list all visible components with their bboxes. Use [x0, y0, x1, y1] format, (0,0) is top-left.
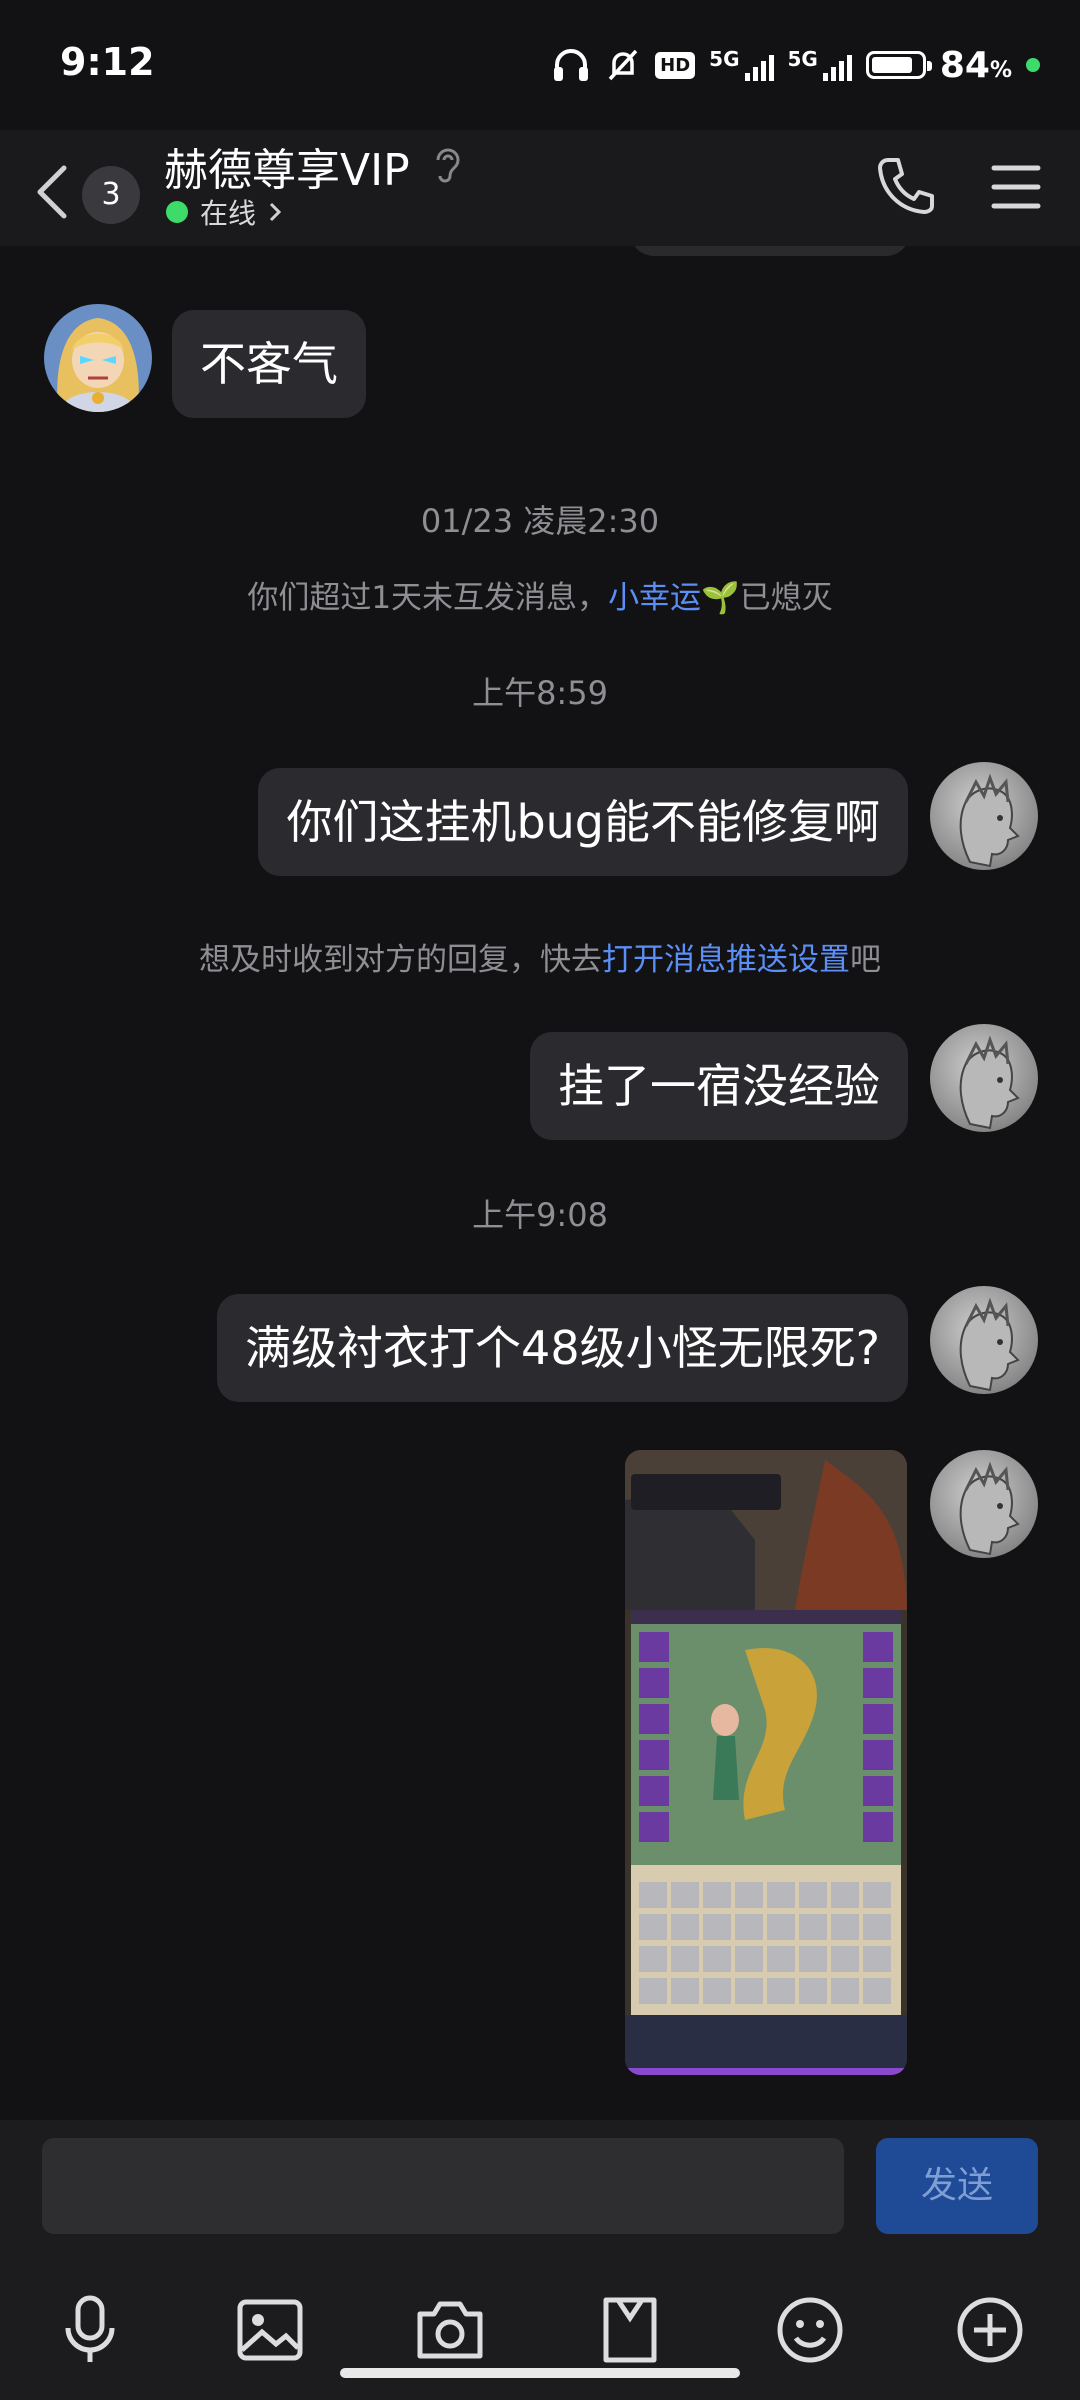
- chat-header: 3 赫德尊享VIP 在线: [0, 130, 1080, 246]
- more-button[interactable]: [950, 2290, 1030, 2370]
- message-bubble-sent[interactable]: 挂了一宿没经验: [530, 1032, 908, 1140]
- my-avatar[interactable]: [930, 1024, 1038, 1132]
- my-avatar[interactable]: [930, 1450, 1038, 1558]
- image-message-game-screenshot[interactable]: [625, 1450, 907, 2075]
- timestamp: 上午9:08: [472, 1196, 608, 1234]
- my-avatar[interactable]: [930, 762, 1038, 870]
- message-input[interactable]: [42, 2138, 844, 2234]
- file-button[interactable]: [590, 2290, 670, 2370]
- menu-button[interactable]: [980, 152, 1050, 222]
- my-avatar-image: [959, 773, 1020, 868]
- camera-button[interactable]: [410, 2290, 490, 2370]
- game-screenshot-image: [625, 1450, 907, 2075]
- message-bubble-received[interactable]: 不客气: [172, 310, 366, 418]
- contact-avatar-image: [44, 304, 152, 412]
- contact-avatar[interactable]: [44, 304, 152, 412]
- my-avatar-image: [959, 1297, 1020, 1392]
- chat-title[interactable]: 赫德尊享VIP: [164, 134, 410, 198]
- call-button[interactable]: [870, 150, 940, 220]
- status-icons: HD 5G 5G 84%: [551, 40, 1040, 90]
- system-notice-push: 想及时收到对方的回复，快去打开消息推送设置吧: [199, 942, 881, 978]
- file-icon: [603, 2297, 657, 2363]
- online-label: 在线: [200, 197, 257, 230]
- ear-icon: [436, 148, 460, 183]
- privacy-dot: [1026, 58, 1040, 72]
- signal-5g-1: 5G: [709, 49, 774, 81]
- bell-muted-icon: [608, 49, 638, 81]
- microphone-icon: [65, 2295, 115, 2362]
- send-button[interactable]: 发送: [876, 2138, 1038, 2234]
- image-icon: [237, 2299, 303, 2361]
- hamburger-icon: [991, 165, 1041, 209]
- voice-button[interactable]: [50, 2290, 130, 2370]
- my-avatar-image: [959, 1461, 1020, 1556]
- signal-5g-2: 5G: [788, 49, 852, 81]
- timestamp: 上午8:59: [472, 674, 608, 712]
- status-bar: 9:12 HD 5G 5G 84%: [0, 0, 1080, 130]
- camera-icon: [417, 2301, 483, 2359]
- system-notice-streak: 你们超过1天未互发消息，小幸运🌱已熄灭: [247, 580, 833, 616]
- lucky-streak-link[interactable]: 小幸运: [608, 580, 701, 616]
- phone-icon: [878, 158, 934, 214]
- clock: 9:12: [60, 40, 155, 84]
- message-bubble-sent[interactable]: 满级衬衣打个48级小怪无限死?: [217, 1294, 908, 1402]
- my-avatar[interactable]: [930, 1286, 1038, 1394]
- chevron-left-icon: [37, 165, 67, 219]
- my-avatar-image: [959, 1035, 1020, 1130]
- battery-percent: 84%: [939, 44, 1012, 86]
- push-settings-link[interactable]: 打开消息推送设置: [602, 942, 850, 978]
- unread-count-badge: 3: [82, 166, 140, 224]
- composer: 发送: [0, 2120, 1080, 2400]
- headphones-icon: [554, 49, 589, 81]
- online-dot: [166, 201, 188, 223]
- emoji-icon: [777, 2297, 843, 2363]
- timestamp: 01/23 凌晨2:30: [420, 502, 660, 540]
- battery-icon: [865, 51, 932, 79]
- chevron-right-icon: [269, 202, 282, 222]
- sprout-icon: 🌱: [701, 580, 740, 616]
- gallery-button[interactable]: [230, 2290, 310, 2370]
- plus-icon: [957, 2297, 1023, 2363]
- emoji-button[interactable]: [770, 2290, 850, 2370]
- online-status[interactable]: 在线: [166, 192, 282, 232]
- hd-badge: HD: [655, 51, 696, 79]
- home-indicator[interactable]: [340, 2368, 740, 2378]
- back-button[interactable]: 3: [34, 150, 184, 230]
- message-bubble-sent[interactable]: 你们这挂机bug能不能修复啊: [258, 768, 908, 876]
